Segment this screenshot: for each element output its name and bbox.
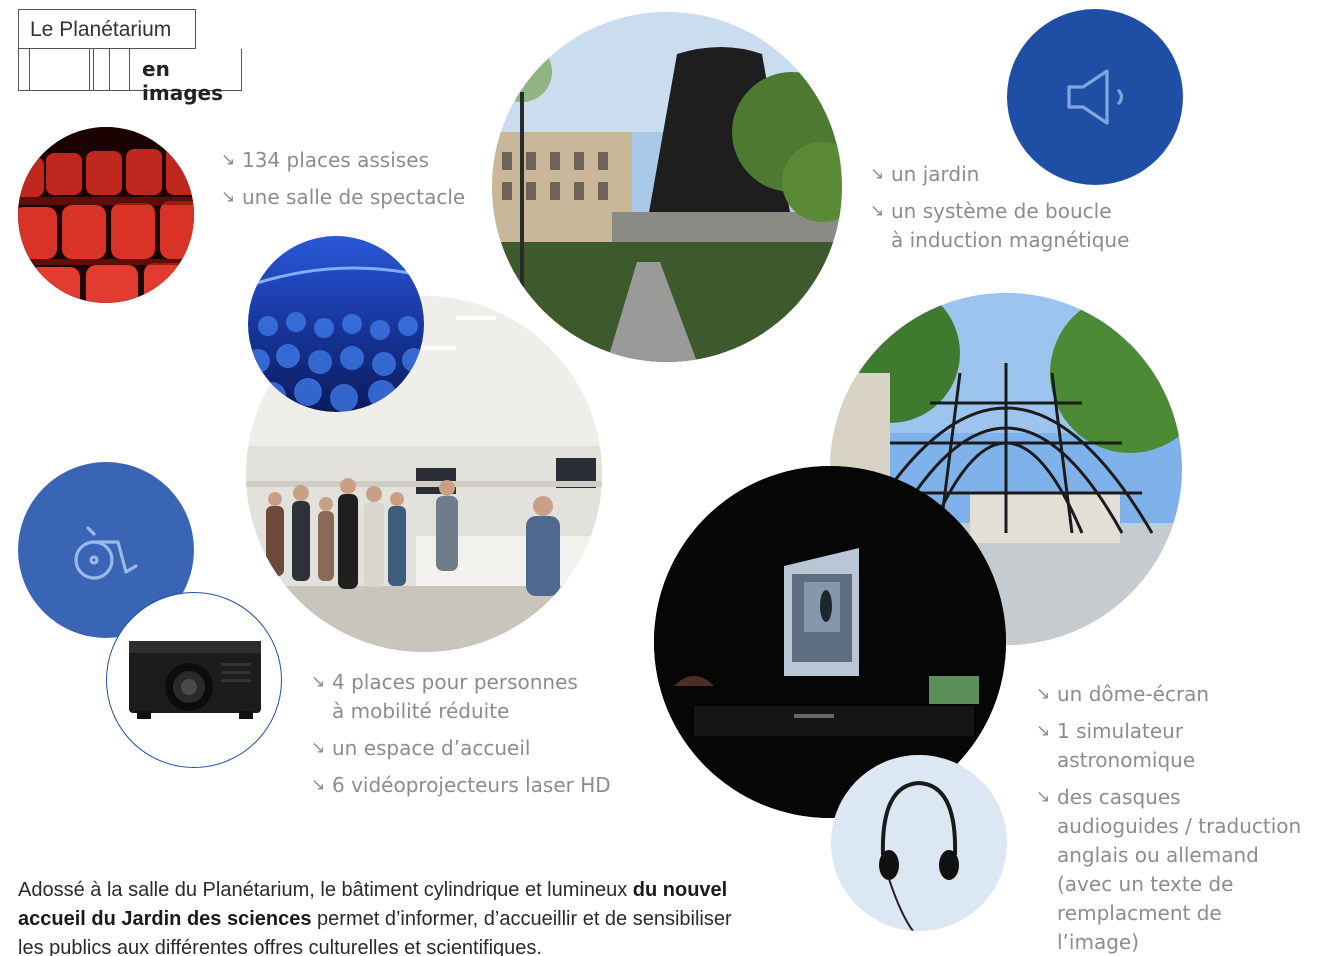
page-subtitle: en images: [129, 49, 241, 105]
audience-dome-image: [248, 236, 424, 412]
decor-line: [93, 49, 94, 90]
list-item-text: un espace d’accueil: [332, 736, 531, 760]
paragraph-text: Adossé à la salle du Planétarium, le bât…: [18, 879, 633, 901]
list-item-text: des casques audioguides / traduction ang…: [1057, 785, 1302, 954]
list-item: ↘ un système de boucle à induction magnét…: [870, 197, 1129, 255]
arrow-icon: ↘: [870, 201, 885, 221]
list-item: ↘ 6 vidéoprojecteurs laser HD: [311, 771, 611, 800]
arrow-icon: ↘: [1036, 684, 1051, 704]
intro-paragraph: Adossé à la salle du Planétarium, le bât…: [18, 876, 758, 956]
list-item-text: 1 simulateur astronomique: [1057, 719, 1196, 772]
list-item-text: un dôme-écran: [1057, 682, 1210, 706]
list-item-text: un jardin: [891, 162, 980, 186]
list-item: ↘ 4 places pour personnes à mobilité rédu…: [311, 668, 611, 726]
projector-image: [106, 592, 282, 768]
arrow-icon: ↘: [311, 738, 326, 758]
arrow-icon: ↘: [1036, 721, 1051, 741]
decor-line: [29, 49, 30, 90]
list-item: ↘ 134 places assises: [221, 146, 465, 175]
theatre-feature-list: ↘ 134 places assises ↘ une salle de specta…: [221, 146, 465, 220]
arrow-icon: ↘: [221, 187, 236, 207]
title-decoration-row: en images: [18, 49, 242, 105]
list-item: ↘ des casques audioguides / traduction an…: [1036, 783, 1301, 956]
dome-feature-list: ↘ un dôme-écran ↘ 1 simulateur astronomiqu…: [1036, 680, 1301, 956]
list-item: ↘ une salle de spectacle: [221, 183, 465, 212]
list-item: ↘ 1 simulateur astronomique: [1036, 717, 1301, 775]
arrow-icon: ↘: [870, 164, 885, 184]
speaker-icon: [1067, 69, 1124, 125]
list-item: ↘ un espace d’accueil: [311, 734, 611, 763]
arrow-icon: ↘: [1036, 787, 1051, 807]
theatre-seats-image: [18, 127, 194, 303]
arrow-icon: ↘: [221, 150, 236, 170]
list-item: ↘ un dôme-écran: [1036, 680, 1301, 709]
planetarium-building-image: [492, 12, 842, 362]
list-item-text: 6 vidéoprojecteurs laser HD: [332, 773, 611, 797]
reception-feature-list: ↘ 4 places pour personnes à mobilité rédu…: [311, 668, 611, 808]
list-item-text: 4 places pour personnes à mobilité rédui…: [332, 670, 578, 723]
arrow-icon: ↘: [311, 775, 326, 795]
arrow-icon: ↘: [311, 672, 326, 692]
list-item-text: 134 places assises: [242, 148, 429, 172]
list-item-text: une salle de spectacle: [242, 185, 466, 209]
list-item-text: un système de boucle à induction magnéti…: [891, 199, 1130, 252]
page-title: Le Planétarium: [18, 9, 196, 49]
decor-line: [109, 49, 110, 90]
hearing-loop-circle: [1007, 9, 1183, 185]
headphones-image: [831, 755, 1007, 931]
decor-line: [89, 49, 90, 90]
